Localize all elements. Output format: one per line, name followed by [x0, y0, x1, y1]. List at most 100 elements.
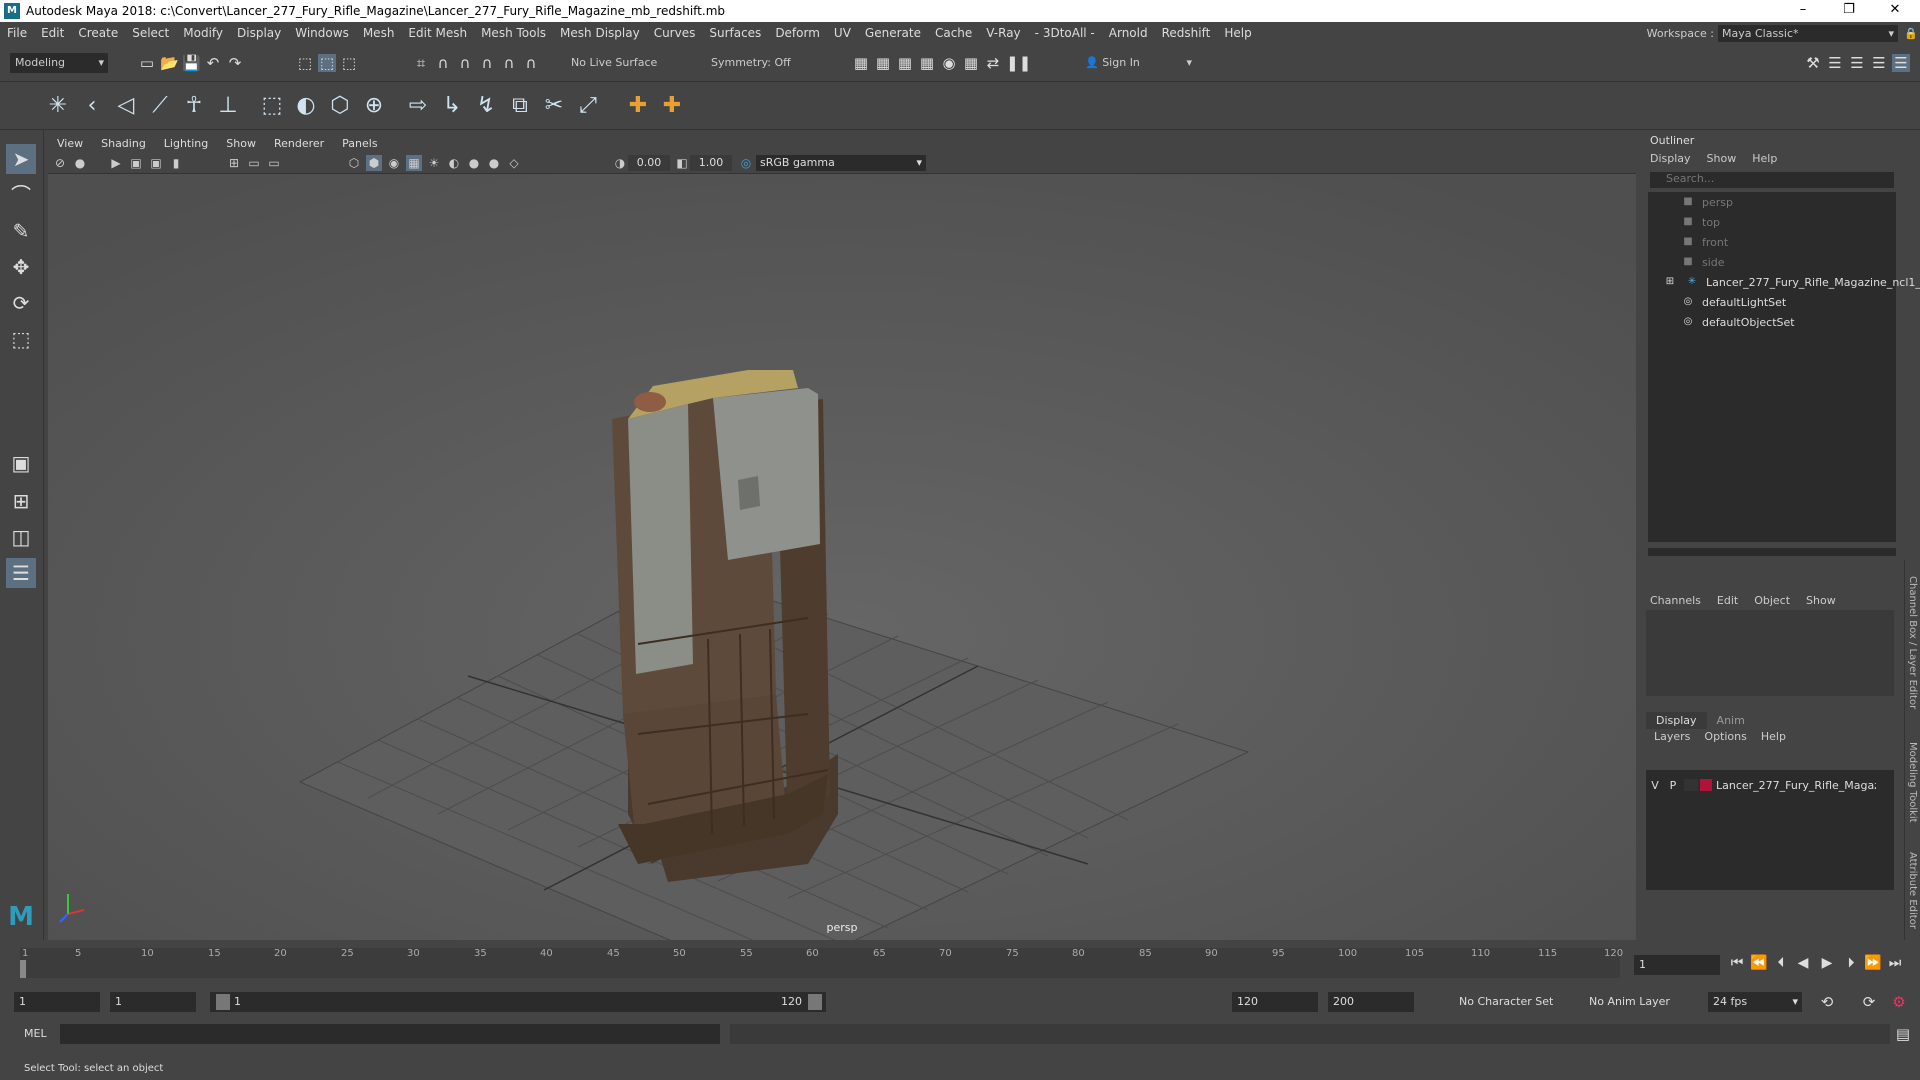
color-management-icon[interactable]: ◎: [738, 155, 754, 171]
viewport-menu-panels[interactable]: Panels: [333, 137, 386, 150]
menu-mesh[interactable]: Mesh: [356, 26, 402, 40]
cube-icon[interactable]: ⬚: [258, 92, 286, 120]
modeling-toolkit-icon[interactable]: ⚒: [1804, 54, 1822, 72]
redshift-ipr-icon[interactable]: ⇄: [984, 54, 1002, 72]
viewport-menu-show[interactable]: Show: [217, 137, 265, 150]
select-camera-icon[interactable]: ⊘: [52, 155, 68, 171]
menu-uv[interactable]: UV: [827, 26, 858, 40]
menu-arnold[interactable]: Arnold: [1102, 26, 1155, 40]
layers-menu-help[interactable]: Help: [1761, 730, 1786, 743]
extrude-icon[interactable]: ⇨: [404, 92, 432, 120]
skeleton-icon[interactable]: ☥: [180, 92, 208, 120]
layer-row[interactable]: V P Lancer_277_Fury_Rifle_Magazine: [1646, 776, 1894, 794]
snap-grid-icon[interactable]: ⌗: [412, 54, 430, 72]
cylinder-icon[interactable]: ⬡: [326, 92, 354, 120]
ipr-render-icon[interactable]: ▦: [896, 54, 914, 72]
move-tool-icon[interactable]: ✥: [6, 252, 36, 282]
plane-icon[interactable]: ⊕: [360, 92, 388, 120]
undo-icon[interactable]: ↶: [204, 54, 222, 72]
curve-tool-icon[interactable]: ‹: [78, 92, 106, 120]
anim-prefs-icon[interactable]: ⚙: [1890, 993, 1908, 1011]
maximize-button[interactable]: ❐: [1826, 0, 1872, 22]
outliner-menu-help[interactable]: Help: [1752, 152, 1777, 165]
outliner-hscrollbar[interactable]: [1648, 548, 1896, 556]
new-scene-icon[interactable]: ▭: [138, 54, 156, 72]
play-forward-icon[interactable]: ▶: [1818, 954, 1836, 972]
close-button[interactable]: ✕: [1872, 0, 1918, 22]
anti-alias-icon[interactable]: ◇: [506, 155, 522, 171]
motion-blur-icon[interactable]: ●: [486, 155, 502, 171]
outliner-item-magazine[interactable]: ⊞ ✳ Lancer_277_Fury_Rifle_Magazine_ncl1_1: [1662, 272, 1920, 292]
anim-layer-dropdown[interactable]: No Anim Layer: [1584, 992, 1684, 1012]
lights-icon[interactable]: ☀: [426, 155, 442, 171]
channel-box-tab[interactable]: Channel Box / Layer Editor: [1907, 576, 1918, 709]
channels-menu-edit[interactable]: Edit: [1717, 594, 1738, 607]
color-space-dropdown[interactable]: sRGB gamma ▾: [756, 155, 926, 171]
outliner-item-lightset[interactable]: ◎ defaultLightSet: [1680, 292, 1787, 312]
lasso-tool-icon[interactable]: ⌒: [6, 180, 36, 210]
select-tool-icon[interactable]: ➤: [6, 144, 36, 174]
menu-surfaces[interactable]: Surfaces: [702, 26, 768, 40]
resolution-gate-icon[interactable]: ▭: [266, 155, 282, 171]
menu-vray[interactable]: V-Ray: [979, 26, 1027, 40]
pivot-icon[interactable]: ✚: [624, 92, 652, 120]
time-slider[interactable]: 1 5 10 15 20 25 30 35 40 45 50 55 60 65 …: [0, 944, 1920, 982]
menu-modify[interactable]: Modify: [176, 26, 230, 40]
snap-view-icon[interactable]: ∩: [478, 54, 496, 72]
soft-select-icon[interactable]: ✳: [44, 92, 72, 120]
range-end-handle[interactable]: [808, 994, 822, 1010]
layers-menu-layers[interactable]: Layers: [1654, 730, 1690, 743]
bevel-icon[interactable]: ↳: [438, 92, 466, 120]
layer-type-toggle[interactable]: [1684, 779, 1698, 791]
layer-playback-toggle[interactable]: P: [1664, 779, 1682, 792]
rotate-tool-icon[interactable]: ⟳: [6, 288, 36, 318]
bridge-icon[interactable]: ↯: [472, 92, 500, 120]
outliner-menu-display[interactable]: Display: [1650, 152, 1691, 165]
outliner-search[interactable]: [1650, 172, 1894, 188]
layer-color-swatch[interactable]: [1700, 779, 1712, 791]
exposure-field[interactable]: 0.00: [628, 155, 670, 171]
menu-create[interactable]: Create: [71, 26, 125, 40]
snap-surface-icon[interactable]: ∩: [500, 54, 518, 72]
gamma-field[interactable]: 1.00: [690, 155, 732, 171]
outliner-item-persp[interactable]: ■ persp: [1680, 192, 1733, 212]
select-component-icon[interactable]: ⬚: [340, 54, 358, 72]
menu-file[interactable]: File: [0, 26, 34, 40]
channels-menu-channels[interactable]: Channels: [1650, 594, 1701, 607]
attribute-editor-icon[interactable]: ☰: [1826, 54, 1844, 72]
render-settings-icon[interactable]: ▦: [918, 54, 936, 72]
playback-end-field[interactable]: 120: [1232, 992, 1318, 1012]
save-scene-icon[interactable]: 💾: [182, 54, 201, 72]
mel-label[interactable]: MEL: [24, 1027, 47, 1040]
image-plane-icon[interactable]: ▣: [128, 155, 144, 171]
menu-edit-mesh[interactable]: Edit Mesh: [401, 26, 474, 40]
target-weld-icon[interactable]: ⤢: [574, 92, 602, 120]
joint-icon[interactable]: ⊥: [214, 92, 242, 120]
grease-pencil-icon[interactable]: ▮: [168, 155, 184, 171]
sign-in-dropdown[interactable]: 👤 Sign In ▾: [1080, 53, 1196, 73]
layer-editor-icon[interactable]: ☰: [1892, 54, 1910, 72]
anim-end-field[interactable]: 200: [1328, 992, 1414, 1012]
range-slider[interactable]: 1 120: [210, 992, 826, 1012]
open-scene-icon[interactable]: 📂: [160, 54, 179, 72]
current-frame-field[interactable]: 1: [1634, 955, 1720, 975]
wireframe-icon[interactable]: ⬡: [346, 155, 362, 171]
hypershade-icon[interactable]: ◉: [940, 54, 958, 72]
menu-help[interactable]: Help: [1217, 26, 1258, 40]
scale-tool-icon[interactable]: ⬚: [6, 324, 36, 354]
outliner-item-side[interactable]: ■ side: [1680, 252, 1724, 272]
ep-curve-icon[interactable]: ◁: [112, 92, 140, 120]
time-ruler[interactable]: 1 5 10 15 20 25 30 35 40 45 50 55 60 65 …: [20, 948, 1623, 978]
menu-cache[interactable]: Cache: [928, 26, 979, 40]
loop-icon[interactable]: ⟲: [1818, 993, 1836, 1011]
layer-visibility-toggle[interactable]: V: [1646, 779, 1664, 792]
playhead[interactable]: [20, 960, 26, 978]
live-surface-dropdown[interactable]: No Live Surface: [566, 53, 676, 73]
go-to-end-icon[interactable]: ⏭: [1886, 954, 1904, 972]
menu-windows[interactable]: Windows: [288, 26, 356, 40]
outliner-search-input[interactable]: [1650, 172, 1860, 185]
workspace-dropdown[interactable]: Maya Classic* ▾: [1718, 24, 1898, 42]
bookmark-icon[interactable]: ▶: [108, 155, 124, 171]
render-frame-icon[interactable]: ▦: [852, 54, 870, 72]
mode-dropdown[interactable]: Modeling ▾: [10, 53, 108, 73]
